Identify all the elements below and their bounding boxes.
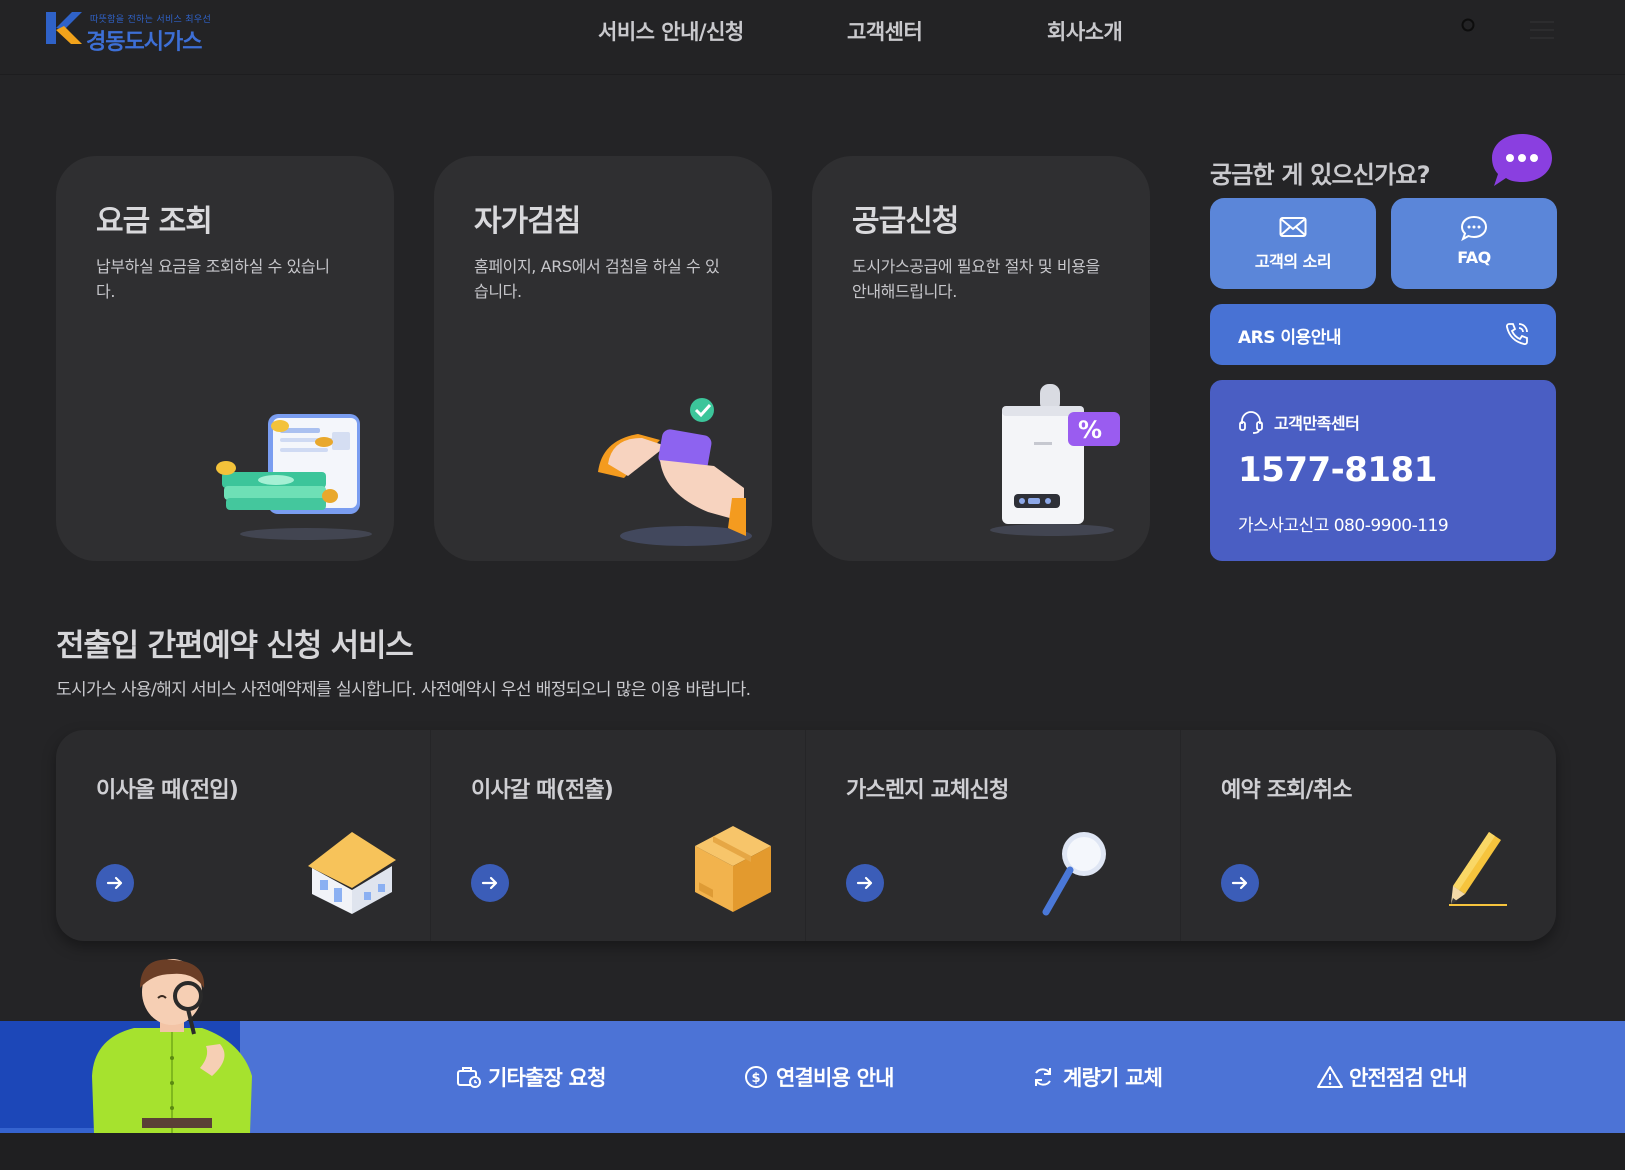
customer-satisfaction-center: 고객만족센터 1577-8181 가스사고신고 080-9900-119 bbox=[1210, 380, 1556, 561]
ars-guide-label: ARS 이용안내 bbox=[1238, 328, 1341, 348]
arrow-right-icon bbox=[106, 876, 123, 890]
cs-phone-number[interactable]: 1577-8181 bbox=[1238, 450, 1437, 490]
pencil-illustration bbox=[1449, 832, 1507, 906]
svg-text:$: $ bbox=[752, 1071, 761, 1086]
house-illustration bbox=[308, 832, 396, 914]
menu-icon[interactable] bbox=[1530, 20, 1554, 40]
logo-k-mark bbox=[46, 12, 82, 44]
headset-icon bbox=[1239, 411, 1263, 434]
logo[interactable]: 따뜻함을 전하는 서비스 최우선 경동도시가스 bbox=[44, 10, 224, 55]
man-magnifier-character-illustration bbox=[92, 959, 252, 1133]
res-item-reservation-lookup[interactable]: 예약 조회/취소 bbox=[1181, 730, 1556, 941]
arrow-right-icon bbox=[856, 876, 873, 890]
phone-icon bbox=[1506, 323, 1528, 346]
hand-phone-illustration bbox=[598, 398, 752, 546]
card-desc: 도시가스공급에 필요한 절차 및 비용을 안내해드립니다. bbox=[852, 257, 1100, 301]
card-self-meter-reading[interactable]: 자가검침 홈페이지, ARS에서 검침을 하실 수 있습니다. bbox=[434, 156, 772, 561]
reservation-section-desc: 도시가스 사용/해지 서비스 사전예약제를 실시합니다. 사전예약시 우선 배정… bbox=[56, 680, 751, 700]
card-bill-inquiry[interactable]: 요금 조회 납부하실 요금을 조회하실 수 있습니다. bbox=[56, 156, 394, 561]
magnifier-illustration bbox=[1042, 832, 1106, 916]
res-item-title: 가스렌지 교체신청 bbox=[846, 778, 1009, 803]
question-heading: 궁금한 게 있으신가요? bbox=[1210, 161, 1431, 189]
dollar-circle-icon: $ bbox=[745, 1066, 767, 1088]
card-title: 자가검침 bbox=[474, 204, 581, 239]
arrow-right-button[interactable] bbox=[1221, 864, 1259, 902]
res-item-title: 예약 조회/취소 bbox=[1221, 778, 1353, 803]
customer-voice-button[interactable]: 고객의 소리 bbox=[1210, 198, 1376, 289]
site-header: 따뜻함을 전하는 서비스 최우선 경동도시가스 서비스 안내/신청 고객센터 회… bbox=[0, 0, 1625, 75]
arrow-right-button[interactable] bbox=[471, 864, 509, 902]
reservation-panel: 이사올 때(전입) 이사갈 때(전출) 가스렌지 교체신청 예약 조회/취소 bbox=[56, 730, 1556, 941]
res-item-move-in[interactable]: 이사올 때(전입) bbox=[56, 730, 431, 941]
faq-label: FAQ bbox=[1457, 248, 1491, 267]
card-desc: 납부하실 요금을 조회하실 수 있습니다. bbox=[96, 257, 330, 301]
arrow-right-button[interactable] bbox=[96, 864, 134, 902]
arrow-right-button[interactable] bbox=[846, 864, 884, 902]
bill-money-illustration bbox=[216, 414, 372, 540]
card-title: 요금 조회 bbox=[96, 204, 213, 239]
reservation-section-title: 전출입 간편예약 신청 서비스 bbox=[56, 628, 414, 664]
card-supply-application[interactable]: 공급신청 도시가스공급에 필요한 절차 및 비용을 안내해드립니다. % bbox=[812, 156, 1150, 561]
envelope-icon bbox=[1279, 217, 1307, 237]
card-title: 공급신청 bbox=[852, 204, 959, 239]
res-item-title: 이사올 때(전입) bbox=[96, 778, 239, 803]
warning-triangle-icon bbox=[1317, 1066, 1343, 1088]
card-desc: 홈페이지, ARS에서 검침을 하실 수 있습니다. bbox=[474, 257, 720, 301]
band-link-label: 계량기 교체 bbox=[1063, 1066, 1163, 1090]
nav-company[interactable]: 회사소개 bbox=[1047, 16, 1123, 46]
logo-name: 경동도시가스 bbox=[86, 30, 202, 55]
res-item-gas-range-replace[interactable]: 가스렌지 교체신청 bbox=[806, 730, 1181, 941]
band-link-label: 연결비용 안내 bbox=[776, 1066, 894, 1090]
nav-customer-center[interactable]: 고객센터 bbox=[847, 16, 923, 46]
customer-voice-label: 고객의 소리 bbox=[1254, 252, 1332, 271]
briefcase-clock-icon bbox=[457, 1067, 481, 1088]
nav-service[interactable]: 서비스 안내/신청 bbox=[598, 16, 744, 46]
band-link-label: 기타출장 요청 bbox=[488, 1066, 606, 1090]
chat-bubble-icon bbox=[1460, 215, 1488, 242]
band-link-label: 안전점검 안내 bbox=[1349, 1066, 1467, 1090]
search-icon[interactable] bbox=[1461, 18, 1477, 34]
arrow-right-icon bbox=[1231, 876, 1248, 890]
footer-strip bbox=[0, 1133, 1625, 1170]
cs-center-label: 고객만족센터 bbox=[1274, 414, 1360, 433]
boiler-illustration: % bbox=[990, 384, 1120, 536]
arrow-right-icon bbox=[481, 876, 498, 890]
res-item-title: 이사갈 때(전출) bbox=[471, 778, 614, 803]
svg-text:%: % bbox=[1078, 416, 1102, 444]
ars-guide-button[interactable]: ARS 이용안내 bbox=[1210, 304, 1556, 365]
res-item-move-out[interactable]: 이사갈 때(전출) bbox=[431, 730, 806, 941]
refresh-icon bbox=[1035, 1068, 1051, 1086]
faq-button[interactable]: FAQ bbox=[1391, 198, 1557, 289]
box-illustration bbox=[695, 826, 771, 912]
gas-emergency-number: 가스사고신고 080-9900-119 bbox=[1238, 516, 1449, 536]
speech-bubble-icon bbox=[1492, 134, 1552, 186]
